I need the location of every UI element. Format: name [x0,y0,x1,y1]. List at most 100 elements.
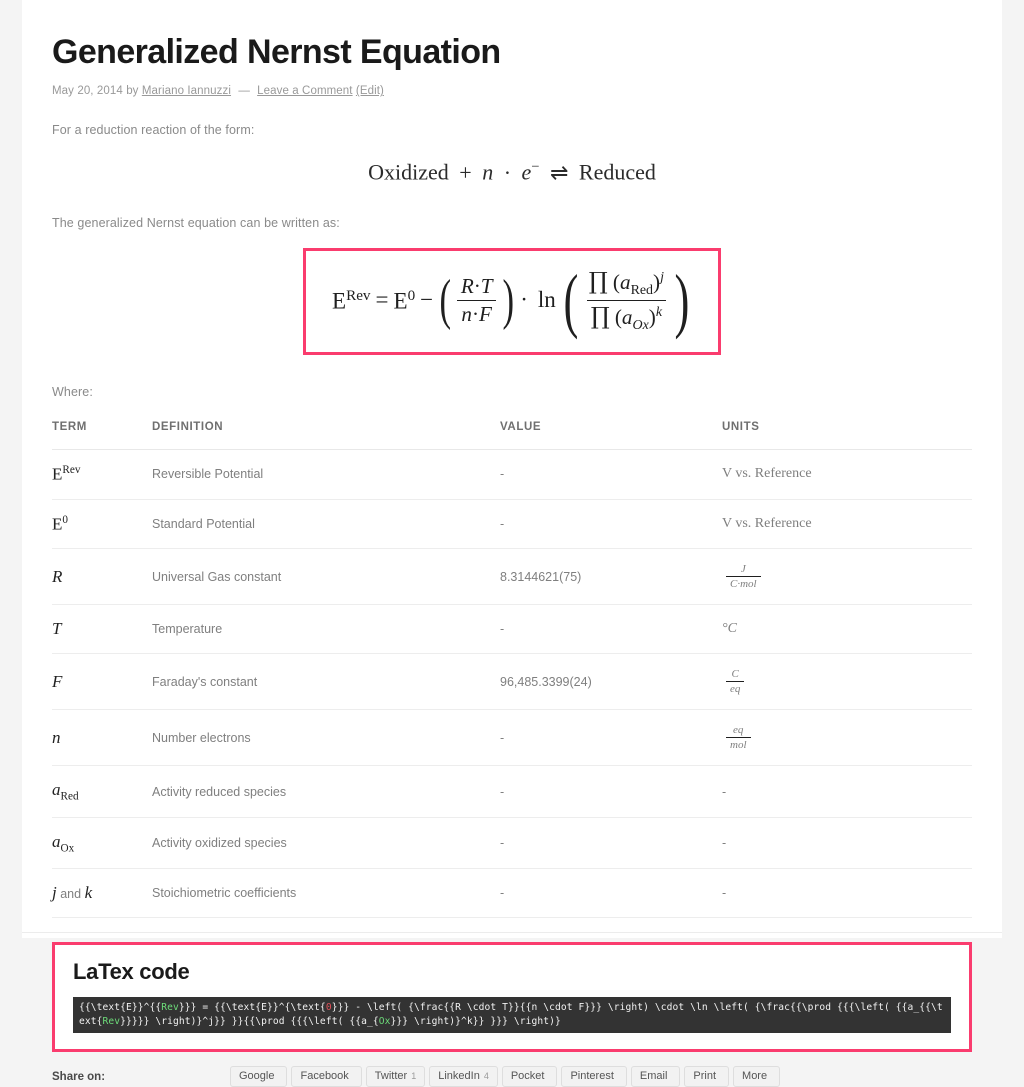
reaction-oxidized: Oxidized [368,159,449,185]
table-row: T Temperature - °C [52,604,972,655]
definition-cell: Stoichiometric coefficients [152,868,500,919]
units-cell: - [722,868,972,919]
col-header-term: TERM [52,421,152,451]
value-cell: - [500,499,722,550]
prod-symbol-denominator: ∏ [590,301,610,330]
definition-cell: Activity oxidized species [152,817,500,870]
definition-cell: Temperature [152,604,500,655]
share-button-linkedin[interactable]: LinkedIn 4 [429,1066,498,1087]
value-cell: - [500,868,722,919]
term-a-ox: aOx [52,817,152,870]
latex-token-rev-2: Rev [102,1016,121,1028]
share-button-email[interactable]: Email [630,1066,681,1087]
nernst-cdot-2: · [471,301,480,326]
value-cell: 96,485.3399(24) [500,653,722,711]
intro-paragraph-1: For a reduction reaction of the form: [52,123,255,138]
terms-table: TERM DEFINITION VALUE UNITS ERev Reversi… [52,421,972,919]
units-cell: - [722,765,972,818]
reaction-plus: + [459,159,472,185]
share-button-google[interactable]: Google [230,1066,288,1087]
nernst-cdot-3: · [520,287,528,313]
nernst-R: R [460,273,474,298]
share-button-print[interactable]: Print [684,1066,730,1087]
latex-token-rev-1: Rev [161,1002,179,1014]
term-j-and-k: j and k [52,868,152,919]
definition-cell: Universal Gas constant [152,548,500,606]
reaction-reduced: Reduced [578,159,656,185]
nernst-equation-container: ERev = E0 − ( R·T n·F ) · ln ( ∏ (aRed)j… [52,247,972,356]
post-date: May 20, 2014 [52,85,123,98]
nernst-E0: E [393,288,408,314]
activity-ox: a [621,304,633,329]
table-row: E0 Standard Potential - V vs. Reference [52,499,972,550]
table-row: R Universal Gas constant 8.3144621(75) J… [52,548,972,606]
latex-seg-5: }}} \right)}^k}} }}} \right)} [390,1016,561,1028]
value-cell: 8.3144621(75) [500,548,722,606]
activity-red-sub: Red [630,282,654,298]
edit-post-link[interactable]: (Edit) [356,85,384,97]
definition-cell: Standard Potential [152,499,500,550]
term-n: n [52,709,152,767]
nernst-F: F [479,301,492,326]
latex-code-box: LaTex code {{\text{E}}^{{Rev}}} = {{\tex… [52,942,972,1053]
latex-code-block[interactable]: {{\text{E}}^{{Rev}}} = {{\text{E}}^{\tex… [73,997,951,1034]
term-e-standard: E0 [52,499,152,550]
nernst-cdot-1: · [473,273,481,298]
prod-symbol-numerator: ∏ [588,266,608,295]
share-button-pocket[interactable]: Pocket [501,1066,558,1087]
share-buttons: Google Facebook Twitter 1 LinkedIn 4 Pocke… [230,1066,781,1087]
where-label: Where: [52,385,93,400]
post-author-link[interactable]: Mariano Iannuzzi [142,85,231,97]
nernst-T: T [480,273,493,298]
nernst-minus: − [420,287,434,313]
table-row: ERev Reversible Potential - V vs. Refere… [52,449,972,500]
units-cell: V vs. Reference [722,499,972,550]
entry-meta: May 20, 2014 by Mariano Iannuzzi — Leave… [52,85,972,97]
exponent-j: j [660,269,664,285]
latex-seg-1: {{\text{E}}^{{ [79,1002,162,1014]
value-cell: - [500,817,722,870]
reaction-n: n [482,159,494,185]
latex-token-ox: Ox [378,1016,391,1028]
leave-comment-link[interactable]: Leave a Comment [257,85,352,97]
latex-seg-4: }}}}} \right)}^j}} }}{{\prod {{{\left( {… [120,1016,379,1028]
value-cell: - [500,449,722,500]
meta-by: by [126,85,139,98]
nernst-ln: ln [537,287,556,313]
table-row: j and k Stoichiometric coefficients - - [52,868,972,919]
exponent-k: k [655,304,663,320]
latex-code-heading: LaTex code [73,959,190,985]
reaction-equilibrium-arrow: ⇌ [549,159,569,185]
col-header-value: VALUE [500,421,722,451]
reaction-equation: Oxidized + n · e− ⇌ Reduced [52,159,972,185]
col-header-definition: DEFINITION [152,421,500,451]
share-button-more[interactable]: More [733,1066,781,1087]
value-cell: - [500,765,722,818]
share-button-twitter[interactable]: Twitter 1 [365,1066,426,1087]
units-cell: eq mol [722,709,972,767]
right-paren-1: ) [502,269,514,332]
units-cell: Ceq [722,653,972,711]
share-button-facebook[interactable]: Facebook [291,1066,362,1087]
table-row: aOx Activity oxidized species - - [52,817,972,870]
nernst-equals: = [375,287,389,313]
share-bar: Share on: Google Facebook Twitter 1 Linke… [52,1064,972,1087]
table-row: aRed Activity reduced species - - [52,765,972,818]
table-header-row: TERM DEFINITION VALUE UNITS [52,421,972,451]
definition-cell: Reversible Potential [152,449,500,500]
meta-dash: — [238,85,250,98]
reaction-electron-charge: − [531,159,540,176]
units-cell: °C [722,604,972,655]
left-paren-1: ( [439,269,452,332]
term-a-red: aRed [52,765,152,818]
units-cell: - [722,817,972,870]
value-cell: - [500,604,722,655]
definition-cell: Faraday's constant [152,653,500,711]
definition-cell: Number electrons [152,709,500,767]
term-f: F [52,653,152,711]
nernst-n: n [461,301,472,326]
activity-quotient-fraction: ∏ (aRed)j ∏ (aOx)k [581,267,672,334]
share-button-pinterest[interactable]: Pinterest [561,1066,627,1087]
activity-red: a [619,269,631,294]
rt-over-nf-fraction: R·T n·F [453,274,501,327]
